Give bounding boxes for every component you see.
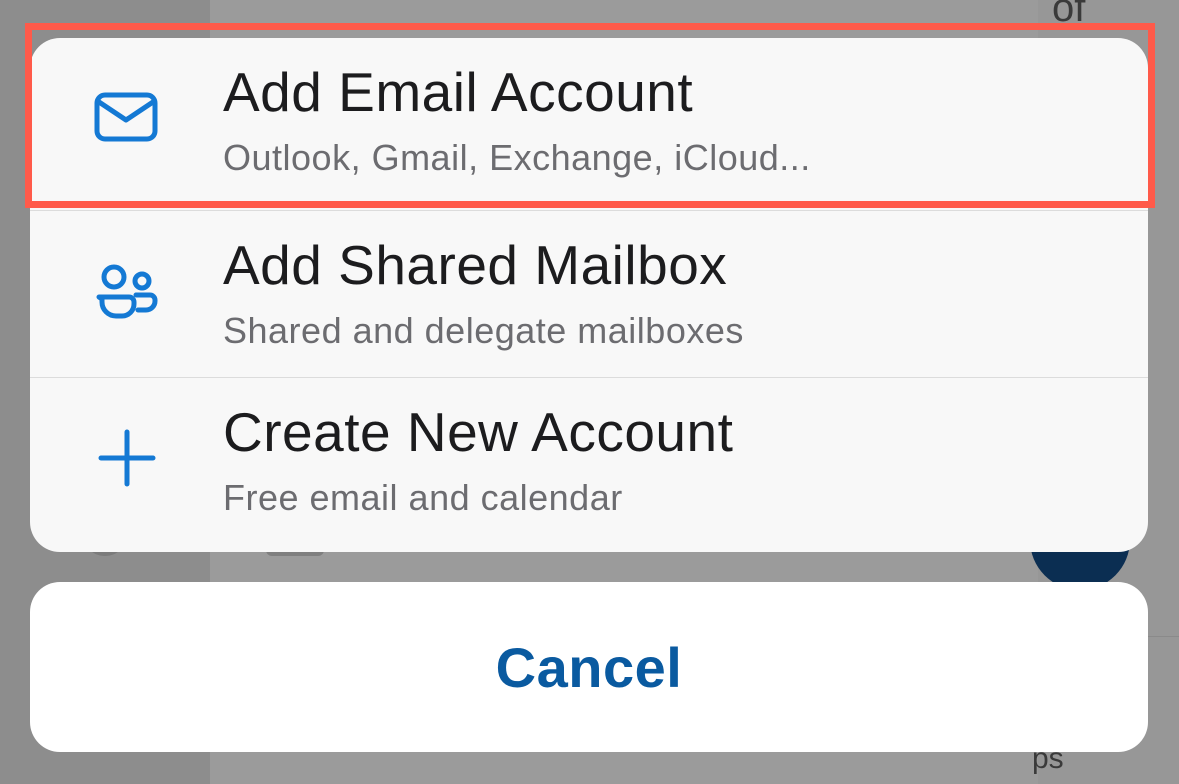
create-new-account-option[interactable]: Create New Account Free email and calend… [30, 377, 1148, 548]
add-email-account-option[interactable]: Add Email Account Outlook, Gmail, Exchan… [30, 38, 1148, 208]
people-icon [94, 261, 160, 321]
envelope-icon [94, 88, 160, 148]
cancel-label: Cancel [495, 635, 683, 699]
background-text-top: of [1052, 0, 1086, 30]
option-subtitle: Shared and delegate mailboxes [223, 310, 744, 351]
add-account-action-sheet: Add Email Account Outlook, Gmail, Exchan… [30, 38, 1148, 552]
add-shared-mailbox-option[interactable]: Add Shared Mailbox Shared and delegate m… [30, 210, 1148, 381]
option-subtitle: Free email and calendar [223, 477, 623, 518]
option-title: Add Shared Mailbox [223, 234, 728, 296]
option-title: Add Email Account [223, 61, 694, 123]
option-subtitle: Outlook, Gmail, Exchange, iCloud... [223, 137, 811, 178]
option-title: Create New Account [223, 401, 734, 463]
cancel-button[interactable]: Cancel [30, 582, 1148, 752]
plus-icon [94, 428, 160, 488]
